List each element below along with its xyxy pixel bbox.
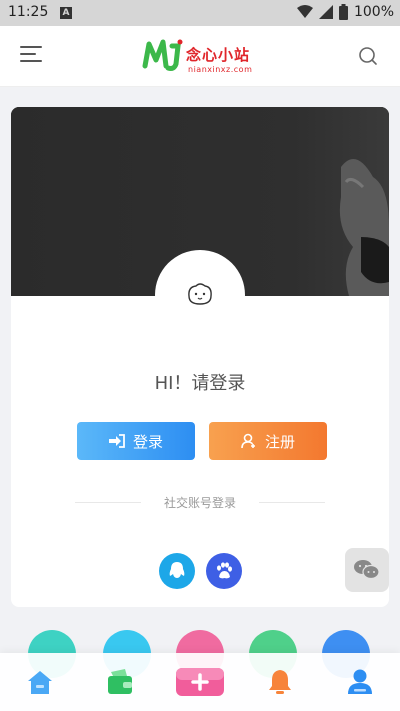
status-bar: 11:25 A 100%: [0, 0, 400, 26]
battery-percent: 100%: [353, 4, 394, 20]
avatar[interactable]: [155, 250, 245, 340]
search-icon[interactable]: [358, 46, 378, 66]
tab-profile[interactable]: [340, 665, 380, 699]
wechat-float-button[interactable]: [345, 548, 389, 592]
login-label: 登录: [132, 432, 163, 451]
bell-icon: [269, 670, 291, 694]
register-icon: [241, 433, 255, 449]
logo-mark-icon: [142, 39, 183, 71]
user-icon: [348, 669, 372, 694]
baidu-paw-icon: [217, 562, 232, 579]
status-right: 100%: [296, 4, 394, 20]
status-time: 11:25: [8, 4, 49, 20]
baidu-login-button[interactable]: [206, 553, 242, 589]
menu-icon-bar: [20, 53, 36, 55]
tab-add[interactable]: [172, 665, 228, 699]
app-header: 念心小站 nianxinxz.com: [0, 26, 400, 87]
qq-login-button[interactable]: [159, 553, 195, 589]
menu-icon-bar: [20, 46, 42, 48]
divider-line-right: [259, 502, 325, 503]
tab-notifications[interactable]: [260, 665, 300, 699]
avatar-icon: [188, 283, 212, 305]
battery-icon: [338, 4, 348, 20]
menu-icon-bar: [20, 60, 42, 62]
logo-domain: nianxinxz.com: [188, 65, 253, 74]
signal-icon: [318, 5, 333, 19]
login-button[interactable]: 登录: [77, 422, 195, 460]
qq-icon: [169, 562, 185, 578]
wallet-icon: [108, 669, 132, 694]
add-icon: [176, 668, 224, 696]
menu-button[interactable]: [20, 46, 42, 66]
wechat-icon: [354, 560, 380, 580]
login-card: HI！请登录 登录 注册 社交账号登录: [11, 107, 389, 607]
register-button[interactable]: 注册: [209, 422, 327, 460]
login-icon: [108, 434, 125, 448]
login-greeting: HI！请登录: [154, 373, 246, 394]
wifi-icon: [296, 5, 313, 18]
site-logo[interactable]: 念心小站 nianxinxz.com: [140, 36, 265, 80]
bottom-tab-bar: [0, 653, 400, 711]
notification-icon: A: [60, 7, 72, 19]
tab-wallet[interactable]: [100, 665, 140, 699]
tab-home[interactable]: [20, 665, 60, 699]
social-divider: 社交账号登录: [75, 494, 325, 510]
logo-text: 念心小站: [186, 46, 251, 64]
register-label: 注册: [264, 432, 295, 451]
home-icon: [28, 671, 52, 694]
